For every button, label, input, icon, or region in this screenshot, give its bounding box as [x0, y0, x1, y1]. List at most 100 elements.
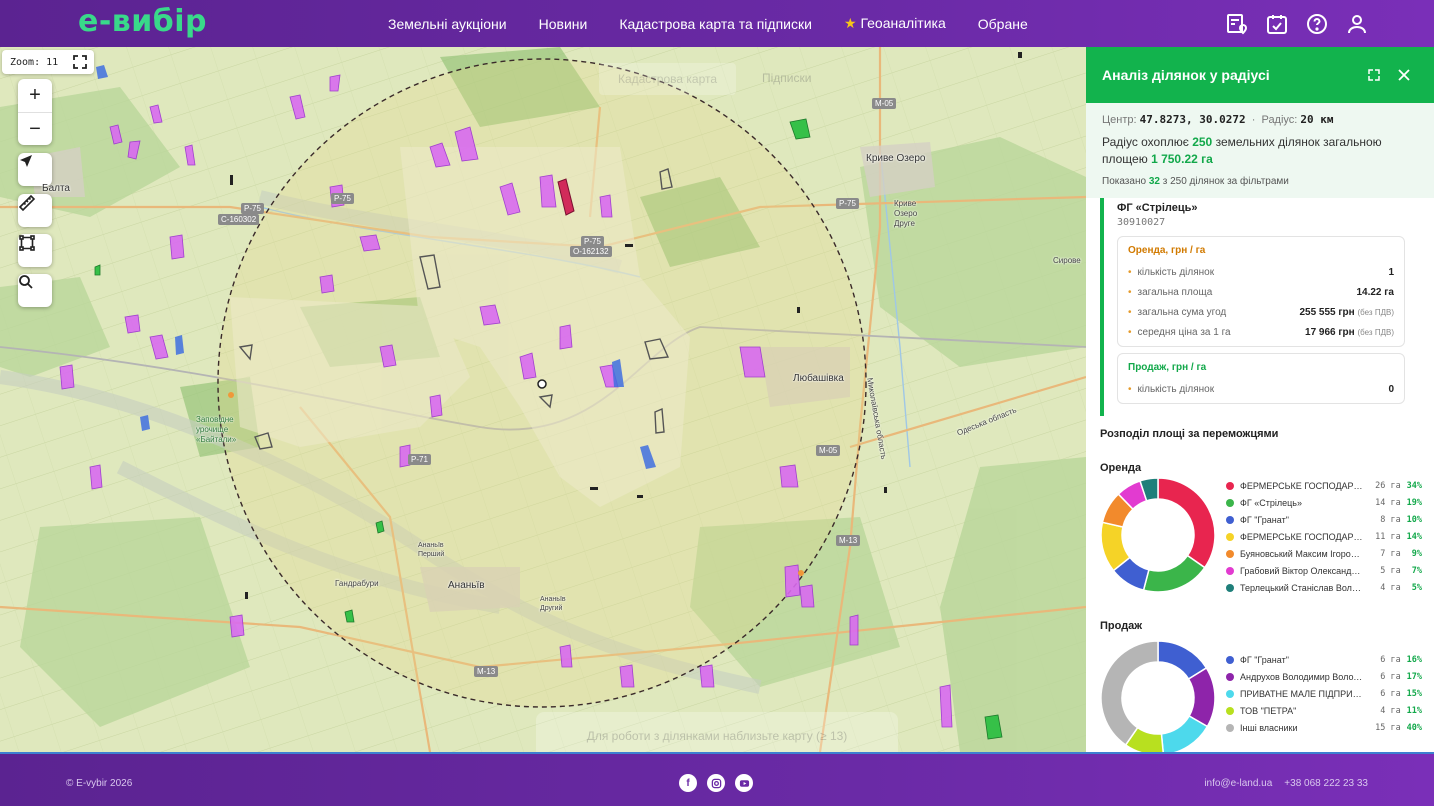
measure-button[interactable]	[18, 194, 52, 227]
rent-chart-legend: ФЕРМЕРСЬКЕ ГОСПОДАРСТВО 26 га 34% ФГ «Стріл…	[1226, 477, 1422, 596]
rent-donut-chart	[1100, 477, 1216, 593]
contacts: info@e-land.ua +38 068 222 23 33	[1204, 778, 1368, 789]
label-balta: Балта	[42, 183, 70, 194]
close-icon[interactable]	[1396, 67, 1412, 83]
legend-swatch	[1226, 549, 1234, 558]
label-kryve-ozero: Криве Озеро	[866, 153, 926, 164]
stat-value-text: 14.22 га	[1356, 286, 1394, 298]
label-ananiv-pershyi: Ананьїв Перший	[418, 542, 445, 558]
legend-swatch	[1226, 481, 1234, 490]
legend-swatch	[1226, 515, 1234, 524]
legend-area: 7 га	[1380, 548, 1401, 559]
label-reserve: Заповідне урочище «Байтали»	[196, 415, 237, 444]
stat-value: 0	[1388, 384, 1394, 395]
zoom-value: 11	[46, 56, 59, 68]
polygon-draw-button[interactable]	[18, 234, 52, 267]
legend-row[interactable]: ФГ "Гранат" 6 га 16%	[1226, 651, 1422, 668]
zoom-in-button[interactable]: +	[18, 79, 52, 112]
legend-label: ФГ "Гранат"	[1240, 654, 1289, 665]
zoom-label: Zoom:	[10, 56, 41, 68]
stat-label: кількість ділянок	[1128, 267, 1215, 278]
help-icon[interactable]	[1304, 11, 1330, 37]
legend-percent: 10%	[1406, 514, 1422, 525]
sale-chart-legend: ФГ "Гранат" 6 га 16% Андрухов Володимир Вол…	[1226, 651, 1422, 736]
phone-link[interactable]: +38 068 222 23 33	[1284, 778, 1368, 789]
legend-row[interactable]: ПРИВАТНЕ МАЛЕ ПІДПРИЄМСТВО 6 га 15%	[1226, 685, 1422, 702]
legend-row[interactable]: Грабовий Віктор Олександрович 5 га 7%	[1226, 562, 1422, 579]
legend-area: 6 га	[1380, 654, 1401, 665]
legend-row[interactable]: ФГ «Стрілець» 14 га 19%	[1226, 494, 1422, 511]
legend-percent: 34%	[1406, 480, 1422, 491]
fullscreen-icon[interactable]	[72, 54, 88, 70]
legend-row[interactable]: Інші власники 15 га 40%	[1226, 719, 1422, 736]
stat-value: 255 555 грн (без ПДВ)	[1299, 307, 1394, 318]
calendar-check-icon[interactable]	[1264, 11, 1290, 37]
map-pin-icon[interactable]	[1224, 11, 1250, 37]
sale-chart-label: Продаж	[1100, 620, 1143, 632]
legend-percent: 40%	[1406, 722, 1422, 733]
legend-row[interactable]: ФЕРМЕРСЬКЕ ГОСПОДАРСТВО 11 га 14%	[1226, 528, 1422, 545]
header-icons	[1224, 0, 1370, 47]
road-label: Р-75	[241, 203, 264, 214]
expand-icon[interactable]	[1366, 67, 1382, 83]
sale-chart-section: Продаж ФГ "Гранат" 6 га 16% Андрухов Володи…	[1086, 616, 1434, 752]
rent-stats-card: Оренда, грн / га кількість ділянок 1 заг…	[1117, 236, 1405, 347]
radius-label: Радіус:	[1261, 114, 1298, 126]
donut-slice[interactable]	[1157, 477, 1216, 569]
legend-row[interactable]: ТОВ "ПЕТРА" 4 га 11%	[1226, 702, 1422, 719]
panel-header: Аналіз ділянок у радіусі	[1086, 47, 1434, 103]
legend-row[interactable]: ФЕРМЕРСЬКЕ ГОСПОДАРСТВО 26 га 34%	[1226, 477, 1422, 494]
map-view[interactable]: Zoom: 11 + − Кадастрова карта Підписки Б…	[0, 47, 1086, 752]
shown-text: Показано 32 з 250 ділянок за фільтрами	[1102, 176, 1418, 187]
legend-percent: 16%	[1406, 654, 1422, 665]
legend-row[interactable]: Терлецький Станіслав Володимирович 4 га 5%	[1226, 579, 1422, 596]
nav-favorites[interactable]: Обране	[978, 16, 1028, 32]
nav-news[interactable]: Новини	[539, 16, 588, 32]
nav-cadastral-map[interactable]: Кадастрова карта та підписки	[619, 16, 812, 32]
center-radius-line: Центр: 47.8273, 30.0272 · Радіус: 20 км	[1102, 113, 1334, 126]
donut-slice[interactable]	[1142, 554, 1206, 593]
legend-label: Буяновський Максим Ігорович	[1240, 548, 1364, 559]
facebook-icon[interactable]: f	[679, 774, 697, 792]
road-label: О-162132	[570, 246, 612, 257]
panel-title: Аналіз ділянок у радіусі	[1102, 67, 1270, 83]
logo[interactable]: e-вибір	[78, 4, 207, 39]
legend-swatch	[1226, 566, 1234, 575]
main-nav: Земельні аукціони Новини Кадастрова карт…	[372, 0, 1044, 47]
instagram-icon[interactable]	[707, 774, 725, 792]
legend-label: ПРИВАТНЕ МАЛЕ ПІДПРИЄМСТВО	[1240, 688, 1364, 699]
legend-percent: 17%	[1406, 671, 1422, 682]
cadastral-map-button[interactable]: Кадастрова карта	[599, 63, 736, 95]
donut-slice[interactable]	[1100, 640, 1159, 746]
youtube-icon[interactable]	[735, 774, 753, 792]
user-icon[interactable]	[1344, 11, 1370, 37]
ruler-icon	[18, 194, 36, 212]
label-kryve-ozero-druhe: Криве Озеро Друге	[894, 199, 918, 228]
email-link[interactable]: info@e-land.ua	[1204, 778, 1272, 789]
legend-area: 4 га	[1380, 705, 1401, 716]
legend-swatch	[1226, 672, 1234, 681]
subscriptions-tab[interactable]: Підписки	[762, 71, 811, 85]
stat-value-text: 0	[1388, 383, 1394, 395]
stat-value-text: 17 966 грн	[1305, 326, 1355, 338]
legend-area: 6 га	[1380, 671, 1401, 682]
ruler-control	[18, 194, 52, 227]
legend-percent: 15%	[1406, 688, 1422, 699]
sale-stats-card: Продаж, грн / га кількість ділянок 0	[1117, 353, 1405, 404]
map-search-button[interactable]	[18, 274, 52, 307]
zoom-out-button[interactable]: −	[18, 112, 52, 145]
winner-name: ФГ «Стрілець»	[1117, 202, 1198, 214]
legend-row[interactable]: Буяновський Максим Ігорович 7 га 9%	[1226, 545, 1422, 562]
nav-land-auctions[interactable]: Земельні аукціони	[388, 16, 507, 32]
coverage-area: 1 750.22 га	[1151, 152, 1213, 166]
locate-button[interactable]	[18, 153, 52, 186]
shown-suffix: з 250 ділянок за фільтрами	[1162, 176, 1289, 187]
nav-geoanalytics[interactable]: ★ Геоаналітика	[844, 15, 946, 32]
shown-prefix: Показано	[1102, 176, 1147, 187]
legend-label: Терлецький Станіслав Володимирович	[1240, 582, 1364, 593]
stat-row: середня ціна за 1 га 17 966 грн (без ПДВ…	[1128, 322, 1394, 342]
legend-row[interactable]: Андрухов Володимир Володимирович 6 га 17%	[1226, 668, 1422, 685]
road-label: С-160302	[218, 214, 260, 225]
legend-row[interactable]: ФГ "Гранат" 8 га 10%	[1226, 511, 1422, 528]
winner-card-scroll[interactable]: ФГ «Стрілець» 30910027 Оренда, грн / га …	[1086, 198, 1434, 416]
